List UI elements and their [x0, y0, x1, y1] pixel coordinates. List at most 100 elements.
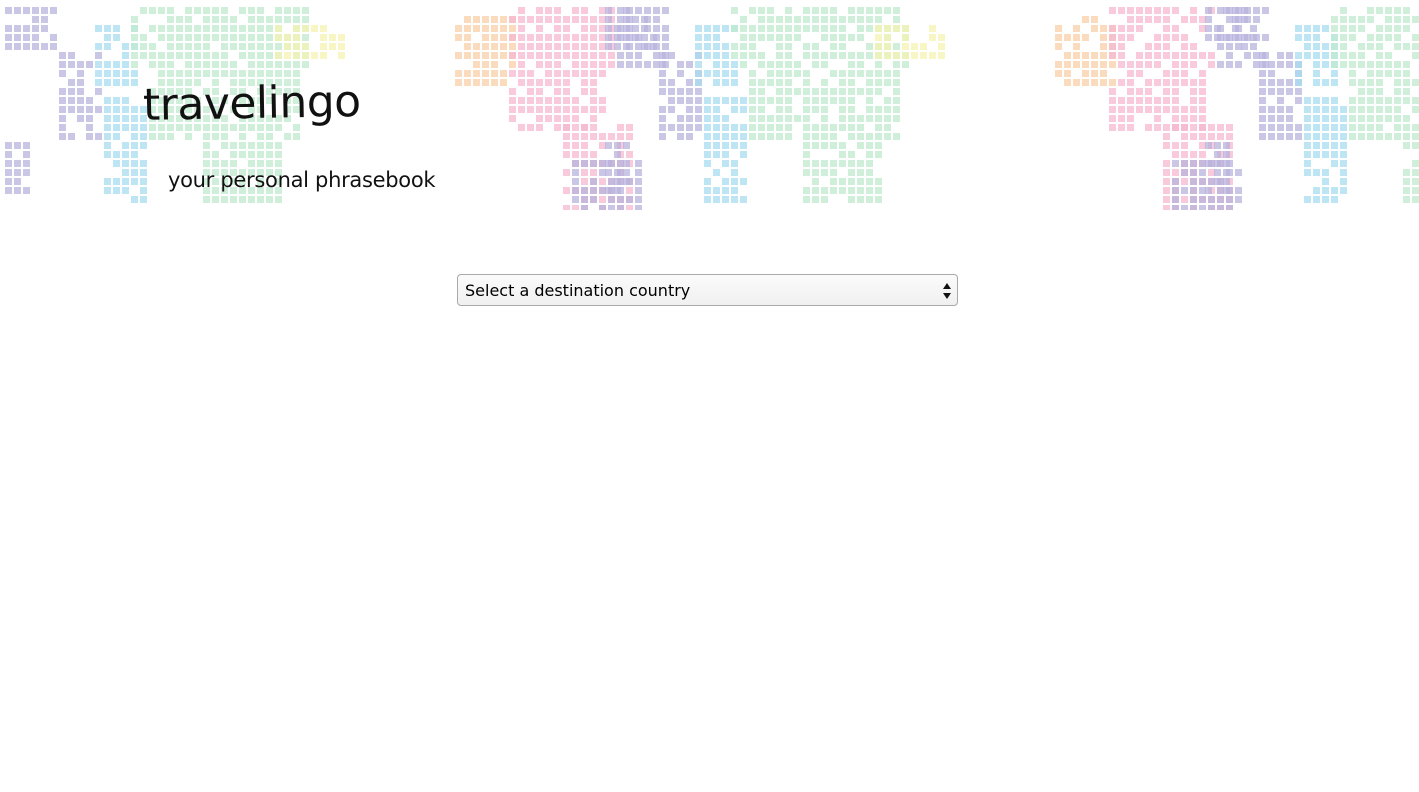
- map-tile: [635, 178, 642, 185]
- map-tile: [1253, 61, 1260, 68]
- map-tile: [848, 115, 855, 122]
- map-tile: [248, 7, 255, 14]
- map-tile: [527, 34, 534, 41]
- map-tile: [491, 25, 498, 32]
- map-tile: [1313, 70, 1320, 77]
- map-tile: [104, 187, 111, 194]
- map-tile: [713, 196, 720, 203]
- map-tile: [581, 16, 588, 23]
- map-tile: [455, 70, 462, 77]
- map-tile: [1214, 142, 1221, 149]
- map-tile: [230, 34, 237, 41]
- map-tile: [518, 124, 525, 131]
- map-tile: [203, 52, 210, 59]
- map-tile: [821, 196, 828, 203]
- map-tile: [1145, 97, 1152, 104]
- map-tile: [713, 79, 720, 86]
- map-tile: [1172, 70, 1179, 77]
- map-tile: [536, 16, 543, 23]
- map-tile: [581, 79, 588, 86]
- map-tile: [1181, 70, 1188, 77]
- map-tile: [1190, 106, 1197, 113]
- map-tile: [1163, 106, 1170, 113]
- map-tile: [821, 79, 828, 86]
- map-tile: [167, 43, 174, 50]
- map-tile: [1073, 61, 1080, 68]
- map-tile: [185, 43, 192, 50]
- map-tile: [821, 133, 828, 140]
- map-tile: [740, 124, 747, 131]
- country-select[interactable]: Select a destination country: [457, 274, 958, 306]
- map-tile: [776, 106, 783, 113]
- map-tile: [713, 124, 720, 131]
- map-tile: [545, 115, 552, 122]
- map-tile: [821, 160, 828, 167]
- map-tile: [1403, 178, 1410, 185]
- map-tile: [1295, 61, 1302, 68]
- map-tile: [1376, 124, 1383, 131]
- map-tile: [776, 52, 783, 59]
- map-tile: [482, 61, 489, 68]
- map-tile: [491, 61, 498, 68]
- map-tile: [875, 196, 882, 203]
- map-tile: [1412, 97, 1419, 104]
- map-tile: [590, 187, 597, 194]
- map-tile: [1073, 43, 1080, 50]
- map-tile: [248, 160, 255, 167]
- map-tile: [14, 34, 21, 41]
- map-tile: [866, 106, 873, 113]
- map-tile: [545, 97, 552, 104]
- map-tile: [572, 34, 579, 41]
- map-tile: [41, 7, 48, 14]
- map-tile: [1385, 106, 1392, 113]
- map-tile: [830, 70, 837, 77]
- map-tile: [1295, 124, 1302, 131]
- map-tile: [1349, 34, 1356, 41]
- map-tile: [275, 52, 282, 59]
- map-tile: [221, 52, 228, 59]
- map-tile: [686, 97, 693, 104]
- map-tile: [1235, 61, 1242, 68]
- map-tile: [731, 169, 738, 176]
- map-tile: [140, 133, 147, 140]
- map-tile: [1154, 61, 1161, 68]
- map-tile: [293, 61, 300, 68]
- logo-text[interactable]: travelingo: [143, 76, 361, 131]
- map-tile: [536, 34, 543, 41]
- map-tile: [572, 142, 579, 149]
- map-tile: [1181, 79, 1188, 86]
- map-tile: [839, 178, 846, 185]
- map-tile: [1358, 61, 1365, 68]
- map-tile: [167, 7, 174, 14]
- map-tile: [1190, 205, 1197, 210]
- map-tile: [581, 142, 588, 149]
- map-tile: [1394, 133, 1401, 140]
- map-tile: [1358, 133, 1365, 140]
- map-tile: [14, 43, 21, 50]
- map-tile: [884, 115, 891, 122]
- map-tile: [239, 142, 246, 149]
- map-tile: [86, 133, 93, 140]
- map-tile: [1322, 169, 1329, 176]
- map-tile: [1376, 79, 1383, 86]
- map-tile: [473, 16, 480, 23]
- map-tile: [509, 115, 516, 122]
- map-tile: [1163, 196, 1170, 203]
- map-tile: [581, 205, 588, 210]
- map-tile: [113, 124, 120, 131]
- map-tile: [1394, 88, 1401, 95]
- map-tile: [1172, 187, 1179, 194]
- map-tile: [1172, 124, 1179, 131]
- map-tile: [1340, 169, 1347, 176]
- map-tile: [713, 187, 720, 194]
- map-tile: [1349, 115, 1356, 122]
- map-tile: [149, 7, 156, 14]
- map-tile: [230, 70, 237, 77]
- map-tile: [614, 187, 621, 194]
- map-tile: [902, 52, 909, 59]
- map-tile: [257, 196, 264, 203]
- map-tile: [203, 160, 210, 167]
- map-tile: [176, 70, 183, 77]
- map-tile: [482, 25, 489, 32]
- map-tile: [599, 178, 606, 185]
